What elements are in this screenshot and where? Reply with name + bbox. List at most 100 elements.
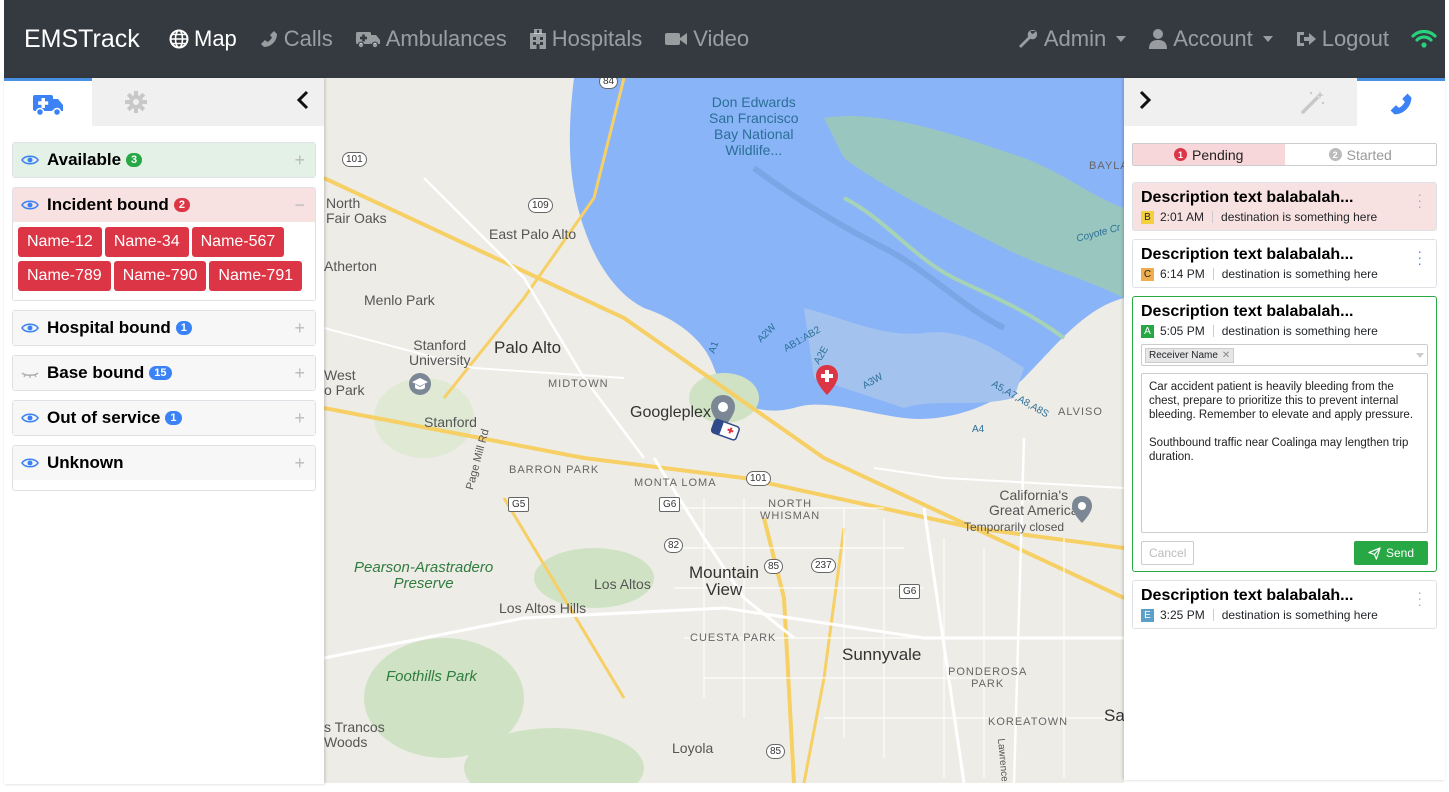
nav-ambulances[interactable]: Ambulances — [355, 26, 507, 52]
expand-icon[interactable]: + — [294, 453, 305, 474]
expand-icon[interactable]: + — [294, 363, 305, 384]
eye-icon[interactable] — [21, 199, 39, 211]
nav-video-label: Video — [693, 26, 750, 51]
chevron-down-icon[interactable] — [1416, 352, 1424, 358]
ambulance-button[interactable]: Name-34 — [104, 227, 189, 257]
call-title: Description text balabalah... — [1141, 189, 1354, 206]
count-badge: 1 — [1174, 148, 1188, 161]
map-label-trancos: s Trancos Woods — [324, 719, 385, 750]
call-card[interactable]: Description text balabalah... E 3:25 PM … — [1132, 580, 1437, 629]
group-header[interactable]: Incident bound 2 − — [13, 188, 315, 222]
tab-settings[interactable] — [92, 78, 180, 126]
highway-shield: 101 — [746, 471, 771, 486]
divider — [1212, 211, 1214, 223]
collapse-left-panel-button[interactable] — [296, 90, 310, 115]
divider — [1212, 609, 1214, 621]
map-label-west-park: West o Park — [324, 367, 365, 398]
sign-out-icon — [1296, 32, 1316, 46]
brand-logo[interactable]: EMSTrack — [24, 25, 169, 54]
eye-icon[interactable] — [21, 322, 39, 334]
priority-badge: E — [1141, 608, 1154, 622]
map-label-mountain-view: Mountain View — [689, 563, 759, 599]
left-panel-tabs — [4, 78, 324, 126]
call-meta: E 3:25 PM destination is something here — [1141, 608, 1428, 622]
cancel-button[interactable]: Cancel — [1141, 541, 1195, 565]
more-vertical-icon[interactable]: · · · — [1417, 244, 1422, 270]
call-card[interactable]: Description text balabalah... B 2:01 AM … — [1132, 182, 1437, 231]
tab-ambulances[interactable] — [4, 78, 92, 126]
video-icon — [665, 33, 688, 45]
account-label: Account — [1173, 26, 1253, 51]
more-vertical-icon[interactable]: · · · — [1417, 585, 1422, 611]
tab-started[interactable]: 2 Started — [1285, 144, 1437, 165]
calls-panel: 1 Pending 2 Started Description text bal… — [1124, 78, 1445, 780]
receiver-select[interactable]: Receiver Name ✕ — [1141, 344, 1428, 366]
map-label-cuesta-park: CUESTA PARK — [690, 632, 777, 644]
admin-dropdown[interactable]: Admin — [1017, 26, 1127, 52]
call-meta: A 5:05 PM destination is something here — [1141, 324, 1428, 338]
eye-icon[interactable] — [21, 154, 39, 166]
group-header[interactable]: Base bound 15 + — [13, 356, 315, 390]
eye-icon[interactable] — [21, 412, 39, 424]
call-card[interactable]: Description text balabalah... C 6:14 PM … — [1132, 239, 1437, 288]
graduation-cap-icon — [409, 373, 431, 395]
hospital-marker-icon[interactable] — [814, 364, 840, 396]
collapse-right-panel-button[interactable] — [1138, 90, 1152, 115]
ambulance-button[interactable]: Name-567 — [191, 227, 285, 257]
group-base-bound: Base bound 15 + — [12, 355, 316, 391]
account-dropdown[interactable]: Account — [1148, 26, 1273, 52]
tab-calls[interactable] — [1357, 78, 1445, 126]
message-textarea[interactable]: Car accident patient is heavily bleeding… — [1141, 373, 1428, 533]
nav-ambulances-label: Ambulances — [385, 26, 507, 51]
expand-icon[interactable]: + — [294, 408, 305, 429]
logout-link[interactable]: Logout — [1295, 26, 1389, 52]
expand-icon[interactable]: + — [294, 318, 305, 339]
map-label-pearson: Pearson-Arastradero Preserve — [354, 559, 494, 592]
map-label-temp-closed: Temporarily closed — [964, 520, 1065, 534]
call-card-expanded[interactable]: Description text balabalah... A 5:05 PM … — [1132, 296, 1437, 572]
receiver-chip[interactable]: Receiver Name ✕ — [1145, 347, 1235, 363]
ambulance-button[interactable]: Name-789 — [18, 261, 111, 291]
call-title: Description text balabalah... — [1141, 246, 1354, 263]
ambulance-button[interactable]: Name-791 — [209, 261, 303, 291]
highway-shield: 237 — [811, 558, 836, 573]
ambulance-button[interactable]: Name-12 — [18, 227, 102, 257]
group-incident-bound: Incident bound 2 − Name-12 Name-34 Name-… — [12, 187, 316, 301]
eye-icon[interactable] — [21, 457, 39, 469]
ambulance-icon — [33, 94, 63, 116]
ambulance-button[interactable]: Name-790 — [113, 261, 207, 291]
map-label-palo-alto: Palo Alto — [494, 338, 562, 357]
call-time: 5:05 PM — [1160, 324, 1205, 338]
nav-calls-label: Calls — [283, 26, 333, 51]
nav-hospitals[interactable]: Hospitals — [529, 26, 642, 52]
tab-draw[interactable] — [1269, 78, 1357, 126]
collapse-icon[interactable]: − — [294, 195, 305, 216]
message-paragraph: Car accident patient is heavily bleeding… — [1149, 381, 1414, 421]
nav-video[interactable]: Video — [664, 26, 749, 52]
wifi-icon — [1411, 29, 1437, 48]
attraction-marker-icon — [1072, 496, 1092, 523]
ambulance-marker-icon[interactable] — [708, 418, 744, 444]
eye-slash-icon[interactable] — [21, 367, 39, 379]
send-button[interactable]: Send — [1353, 541, 1428, 565]
map-view[interactable]: Don Edwards San Francisco Bay National W… — [324, 78, 1124, 783]
group-header[interactable]: Unknown + — [13, 446, 315, 480]
expand-icon[interactable]: + — [294, 150, 305, 171]
call-status-tabs: 1 Pending 2 Started — [1132, 143, 1437, 166]
group-header[interactable]: Hospital bound 1 + — [13, 311, 315, 345]
nav-map[interactable]: Map — [169, 26, 237, 52]
group-header[interactable]: Out of service 1 + — [13, 401, 315, 435]
call-title: Description text balabalah... — [1141, 303, 1354, 320]
tab-pending[interactable]: 1 Pending — [1133, 144, 1285, 165]
call-time: 6:14 PM — [1160, 267, 1205, 281]
map-label-los-altos: Los Altos — [594, 576, 651, 592]
group-hospital-bound: Hospital bound 1 + — [12, 310, 316, 346]
group-header[interactable]: Available 3 + — [13, 143, 315, 177]
group-available: Available 3 + — [12, 142, 316, 178]
user-icon — [1149, 29, 1168, 49]
more-vertical-icon[interactable]: · · · — [1417, 187, 1422, 213]
remove-icon[interactable]: ✕ — [1222, 350, 1230, 361]
map-label-east-palo-alto: East Palo Alto — [489, 226, 577, 242]
map-label-a4: A4 — [972, 424, 985, 435]
nav-calls[interactable]: Calls — [259, 26, 333, 52]
